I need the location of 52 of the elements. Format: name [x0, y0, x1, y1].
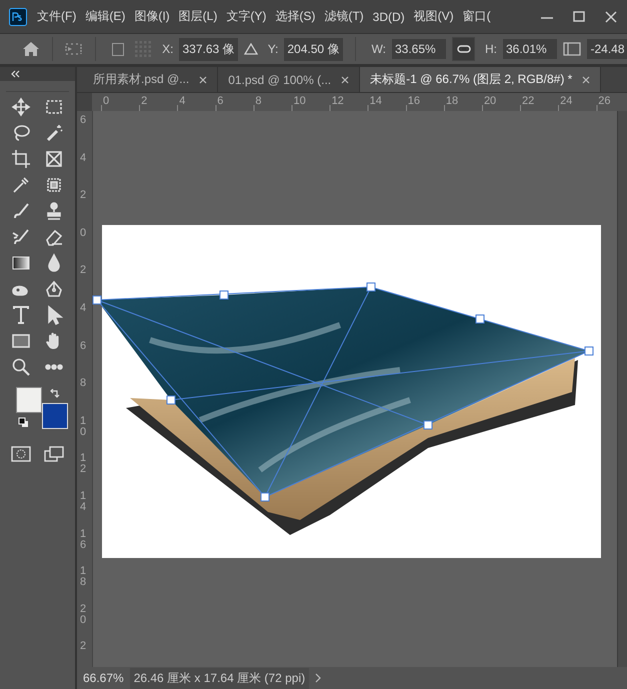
rectangle-icon[interactable]: [10, 331, 30, 351]
x-position-field[interactable]: 337.63 像: [179, 38, 238, 60]
close-tab-icon[interactable]: [341, 76, 350, 84]
vertical-scrollbar[interactable]: [617, 111, 627, 667]
transform-reference-icon[interactable]: [64, 42, 83, 56]
quick-mask-icon[interactable]: [10, 444, 30, 464]
link-button[interactable]: [452, 37, 475, 61]
menu-item[interactable]: 3D(D): [372, 10, 405, 24]
move-icon[interactable]: [10, 97, 30, 117]
chevron-right-icon[interactable]: [315, 673, 322, 683]
home-icon[interactable]: [22, 41, 40, 57]
link-icon: [456, 44, 471, 54]
menu-item[interactable]: 图像(I): [134, 8, 170, 25]
frame-icon[interactable]: [44, 149, 64, 169]
zoom-icon[interactable]: [10, 357, 30, 377]
reference-point-checkbox[interactable]: [112, 42, 124, 56]
zoom-level: 66.67%: [83, 671, 124, 685]
screen-mode-icon[interactable]: [44, 444, 64, 464]
eyedropper-icon[interactable]: [10, 175, 30, 195]
menu-item[interactable]: 图层(L): [178, 8, 218, 25]
marquee-icon[interactable]: [44, 97, 64, 117]
menu-item[interactable]: 编辑(E): [85, 8, 126, 25]
pen-icon[interactable]: [44, 279, 64, 299]
app-logo-icon: [9, 8, 27, 26]
document-tab[interactable]: 未标题-1 @ 66.7% (图层 2, RGB/8#) *: [360, 67, 602, 92]
angle-icon: [563, 42, 582, 56]
type-tool-icon[interactable]: [10, 305, 30, 325]
h-label: H:: [484, 42, 497, 56]
menu-item[interactable]: 滤镜(T): [324, 8, 364, 25]
width-field[interactable]: 33.65%: [392, 39, 446, 59]
background-color-swatch[interactable]: [42, 403, 68, 429]
close-tab-icon[interactable]: [582, 76, 590, 84]
menu-item[interactable]: 文字(Y): [226, 8, 266, 25]
y-label: Y:: [268, 42, 278, 56]
close-tab-icon[interactable]: [199, 76, 208, 84]
eraser-icon[interactable]: [44, 227, 64, 247]
default-colors-icon[interactable]: [18, 417, 29, 428]
y-position-field[interactable]: 204.50 像: [284, 38, 343, 60]
w-label: W:: [372, 42, 386, 56]
swap-colors-icon[interactable]: [50, 389, 60, 399]
triangle-icon[interactable]: [244, 43, 258, 55]
history-brush-icon[interactable]: [10, 227, 30, 247]
menu-item[interactable]: 窗口(: [462, 8, 491, 25]
foreground-color-swatch[interactable]: [16, 387, 42, 413]
menu-item[interactable]: 视图(V): [414, 8, 454, 25]
rotation-field[interactable]: -24.48: [587, 39, 627, 59]
x-label: X:: [162, 42, 174, 56]
menu-item[interactable]: 选择(S): [275, 8, 316, 25]
height-field[interactable]: 36.01%: [502, 39, 558, 59]
crop-icon[interactable]: [10, 149, 30, 169]
menu-item[interactable]: 文件(F): [37, 8, 76, 25]
document-info[interactable]: 26.46 厘米 x 17.64 厘米 (72 ppi): [130, 668, 310, 688]
